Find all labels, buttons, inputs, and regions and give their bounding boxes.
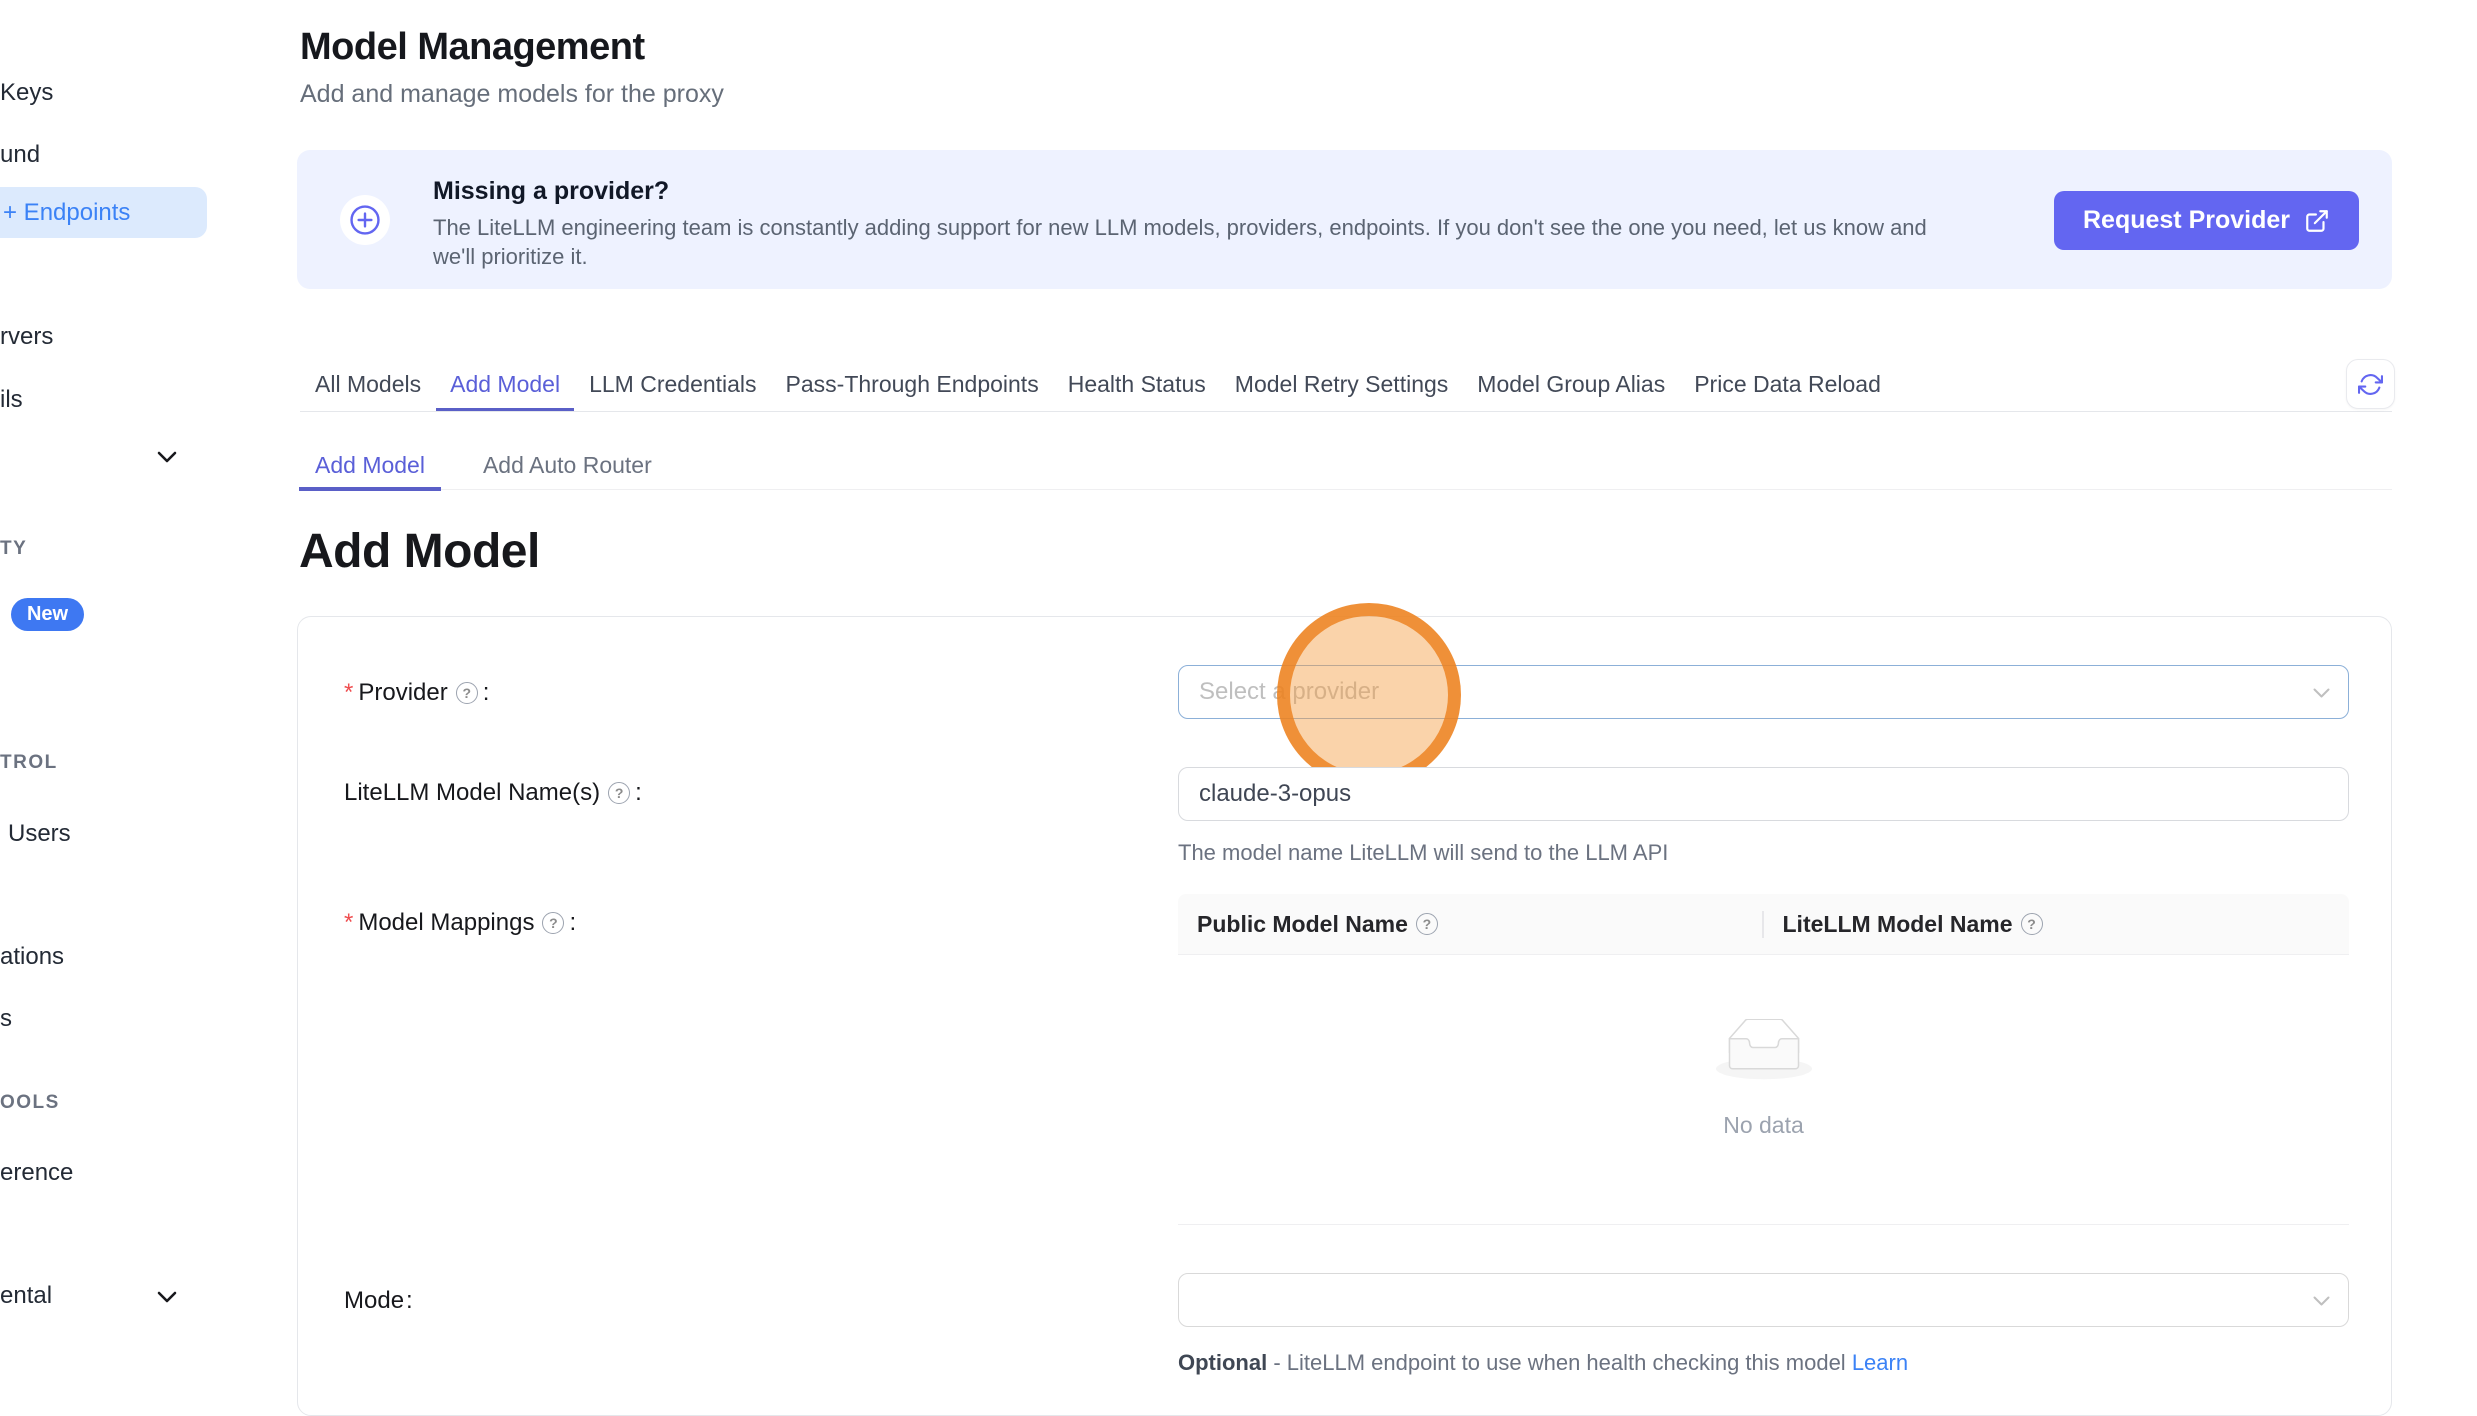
mode-helper-optional: Optional: [1178, 1350, 1267, 1375]
chevron-down-icon[interactable]: [157, 450, 177, 469]
no-data-text: No data: [1178, 1112, 2349, 1139]
column-public-model-name: Public Model Name ?: [1178, 894, 1764, 954]
label-colon: :: [569, 909, 576, 937]
table-empty-state: No data: [1178, 1019, 2349, 1139]
litellm-model-name-label: LiteLLM Model Name(s) ? :: [344, 779, 642, 807]
provider-label: * Provider ? :: [344, 679, 489, 707]
banner-heading: Missing a provider?: [433, 177, 669, 206]
missing-provider-banner: Missing a provider? The LiteLLM engineer…: [297, 150, 2392, 289]
sidebar-item-keys[interactable]: Keys: [0, 78, 53, 108]
required-asterisk: *: [344, 679, 353, 707]
question-circle-icon[interactable]: ?: [542, 912, 564, 934]
external-link-icon: [2304, 208, 2330, 234]
litellm-model-name-helper: The model name LiteLLM will send to the …: [1178, 840, 1668, 866]
tab-model-retry-settings[interactable]: Model Retry Settings: [1221, 358, 1462, 410]
mode-helper: Optional - LiteLLM endpoint to use when …: [1178, 1350, 1908, 1376]
add-model-subtabs-bar: Add Model Add Auto Router: [299, 440, 2392, 490]
question-circle-icon[interactable]: ?: [456, 682, 478, 704]
provider-label-text: Provider: [358, 679, 447, 707]
page-title: Model Management: [300, 26, 645, 69]
sidebar-item-ils[interactable]: ils: [0, 385, 23, 415]
new-badge[interactable]: New: [11, 598, 84, 631]
label-colon: :: [483, 679, 490, 707]
chevron-down-icon: [2313, 1286, 2330, 1314]
sidebar-section-ty: TY: [0, 538, 27, 560]
sidebar-section-tools: OOLS: [0, 1092, 60, 1114]
sidebar: Keys und + Endpoints rvers ils TY New TR…: [0, 0, 230, 1385]
tab-all-models[interactable]: All Models: [301, 358, 435, 410]
question-circle-icon[interactable]: ?: [608, 782, 630, 804]
empty-box-icon: [1716, 1019, 1812, 1086]
tab-price-data-reload[interactable]: Price Data Reload: [1680, 358, 1895, 410]
sidebar-item-inference[interactable]: erence: [0, 1158, 73, 1188]
learn-link[interactable]: Learn: [1852, 1350, 1908, 1375]
tab-pass-through-endpoints[interactable]: Pass-Through Endpoints: [772, 358, 1053, 410]
litellm-model-name-input[interactable]: claude-3-opus: [1178, 767, 2349, 821]
chevron-down-icon: [2313, 678, 2330, 706]
column-litellm-model-name-text: LiteLLM Model Name: [1783, 911, 2013, 938]
model-mappings-label: * Model Mappings ? :: [344, 909, 576, 937]
page-subtitle: Add and manage models for the proxy: [300, 80, 724, 109]
label-colon: :: [406, 1287, 413, 1315]
mode-label-text: Mode: [344, 1287, 404, 1315]
model-mappings-label-text: Model Mappings: [358, 909, 534, 937]
sidebar-item-users[interactable]: Users: [8, 819, 71, 849]
tab-add-model[interactable]: Add Model: [436, 358, 574, 410]
sidebar-item-playground[interactable]: und: [0, 140, 40, 170]
banner-text-line1: The LiteLLM engineering team is constant…: [433, 215, 1927, 241]
litellm-model-name-value: claude-3-opus: [1199, 780, 1351, 808]
sidebar-item-s[interactable]: s: [0, 1004, 12, 1034]
mode-select[interactable]: [1178, 1273, 2349, 1327]
question-circle-icon[interactable]: ?: [2021, 913, 2043, 935]
subtab-add-model[interactable]: Add Model: [299, 444, 441, 486]
sidebar-item-experimental[interactable]: ental: [0, 1281, 52, 1311]
sidebar-item-endpoints-label: + Endpoints: [3, 187, 130, 238]
refresh-button[interactable]: [2346, 359, 2395, 409]
question-circle-icon[interactable]: ?: [1416, 913, 1438, 935]
required-asterisk: *: [344, 909, 353, 937]
request-provider-button[interactable]: Request Provider: [2054, 191, 2359, 250]
tab-health-status[interactable]: Health Status: [1054, 358, 1220, 410]
plus-circle-icon: [340, 195, 390, 245]
tab-llm-credentials[interactable]: LLM Credentials: [575, 358, 770, 410]
model-mappings-table-header: Public Model Name ? LiteLLM Model Name ?: [1178, 894, 2349, 955]
mode-helper-text: - LiteLLM endpoint to use when health ch…: [1267, 1350, 1852, 1375]
tab-model-group-alias[interactable]: Model Group Alias: [1463, 358, 1679, 410]
label-colon: :: [635, 779, 642, 807]
add-model-form-card: * Provider ? : Select a provider LiteLLM…: [297, 616, 2392, 1416]
banner-text-line2: we'll prioritize it.: [433, 244, 588, 270]
refresh-icon: [2358, 372, 2383, 397]
litellm-model-name-label-text: LiteLLM Model Name(s): [344, 779, 600, 807]
model-mappings-table: Public Model Name ? LiteLLM Model Name ?…: [1178, 894, 2349, 1225]
request-provider-label: Request Provider: [2083, 206, 2290, 235]
column-public-model-name-text: Public Model Name: [1197, 911, 1408, 938]
column-litellm-model-name: LiteLLM Model Name ?: [1764, 894, 2350, 954]
sidebar-section-control: TROL: [0, 752, 58, 774]
mode-label: Mode :: [344, 1287, 413, 1315]
provider-select[interactable]: Select a provider: [1178, 665, 2349, 719]
sidebar-item-servers[interactable]: rvers: [0, 322, 53, 352]
provider-select-placeholder: Select a provider: [1199, 678, 1379, 706]
subtab-add-auto-router[interactable]: Add Auto Router: [467, 444, 668, 486]
add-model-heading: Add Model: [299, 524, 540, 579]
sidebar-item-endpoints[interactable]: + Endpoints: [0, 187, 207, 238]
sidebar-item-organizations[interactable]: ations: [0, 942, 64, 972]
chevron-down-icon[interactable]: [157, 1290, 177, 1309]
model-tabs-bar: All Models Add Model LLM Credentials Pas…: [300, 358, 2392, 412]
